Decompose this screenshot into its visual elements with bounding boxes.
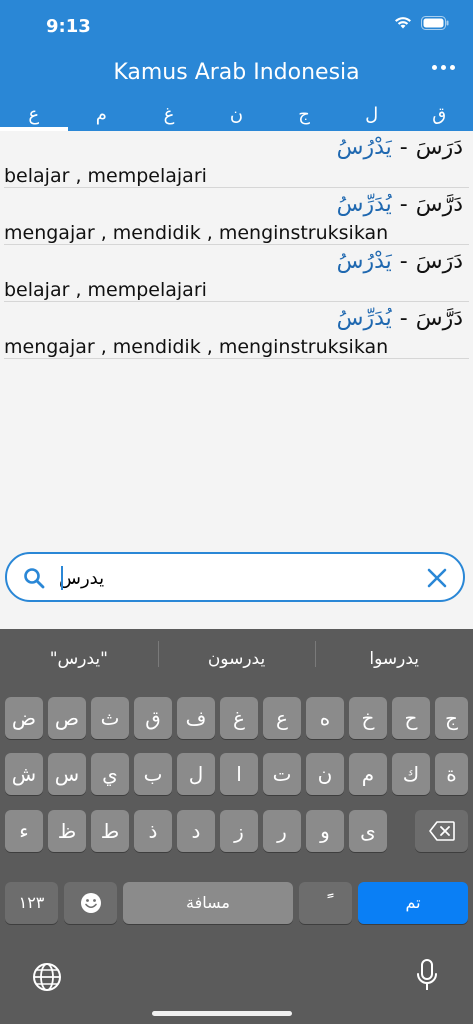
letter-tabs: ع م غ ن ج ل ق xyxy=(0,100,473,131)
key[interactable]: ة xyxy=(435,753,468,795)
imperfect-form: يَدْرُسُ xyxy=(336,249,392,274)
status-icons xyxy=(393,15,449,30)
search-icon xyxy=(24,568,45,589)
key[interactable]: ي xyxy=(91,753,129,795)
key[interactable]: ز xyxy=(220,810,258,852)
suggestion-item[interactable]: يدرسوا xyxy=(315,629,473,684)
tab-jim[interactable]: ج xyxy=(270,100,338,131)
app-header: 9:13 Kamus Arab Indonesia ع م غ ن ج ل ق xyxy=(0,0,473,131)
key[interactable]: ظ xyxy=(48,810,86,852)
tab-lam[interactable]: ل xyxy=(338,100,406,131)
arabic-word: دَرَسَ-يَدْرُسُ xyxy=(337,249,463,274)
tab-ain[interactable]: ع xyxy=(0,100,68,131)
tab-nun[interactable]: ن xyxy=(203,100,271,131)
list-item[interactable]: دَرَسَ-يَدْرُسُ belajar , mempelajari xyxy=(4,131,469,188)
key[interactable]: ط xyxy=(91,810,129,852)
search-bar xyxy=(5,552,465,602)
tab-ghain[interactable]: غ xyxy=(135,100,203,131)
meaning-text: belajar , mempelajari xyxy=(4,279,207,301)
tanween-key[interactable]: ًً xyxy=(299,882,352,924)
more-options-icon[interactable] xyxy=(432,65,455,70)
key[interactable]: ث xyxy=(91,697,129,739)
text-cursor xyxy=(61,566,63,590)
numbers-key[interactable]: ١٢٣ xyxy=(5,882,58,924)
suggestion-bar: "يدرس" يدرسون يدرسوا xyxy=(0,629,473,684)
space-key[interactable]: مسافة xyxy=(123,882,293,924)
key[interactable]: خ xyxy=(349,697,387,739)
key[interactable]: ك xyxy=(392,753,430,795)
arabic-word: دَرَّسَ-يُدَرِّسُ xyxy=(337,192,463,217)
arabic-word: دَرَّسَ-يُدَرِّسُ xyxy=(337,306,463,331)
key[interactable]: ن xyxy=(306,753,344,795)
backspace-key[interactable] xyxy=(415,810,468,852)
key[interactable]: غ xyxy=(220,697,258,739)
key[interactable]: ا xyxy=(220,753,258,795)
meaning-text: mengajar , mendidik , menginstruksikan xyxy=(4,336,389,358)
globe-icon[interactable] xyxy=(31,961,63,993)
wifi-icon xyxy=(395,17,411,29)
suggestion-item[interactable]: "يدرس" xyxy=(0,629,158,684)
imperfect-form: يَدْرُسُ xyxy=(336,135,392,160)
key[interactable]: ر xyxy=(263,810,301,852)
past-form: دَرَسَ xyxy=(415,135,463,160)
page-title: Kamus Arab Indonesia xyxy=(113,60,360,85)
tab-qaf[interactable]: ق xyxy=(405,100,473,131)
microphone-icon[interactable] xyxy=(416,959,438,993)
key[interactable]: ح xyxy=(392,697,430,739)
past-form: دَرَّسَ xyxy=(415,306,463,331)
search-input[interactable] xyxy=(57,562,411,594)
key[interactable]: ت xyxy=(263,753,301,795)
list-item[interactable]: دَرَسَ-يَدْرُسُ belajar , mempelajari xyxy=(4,245,469,302)
past-form: دَرَّسَ xyxy=(415,192,463,217)
key[interactable]: ش xyxy=(5,753,43,795)
emoji-icon xyxy=(80,893,101,913)
clear-icon[interactable] xyxy=(425,566,449,590)
dash: - xyxy=(399,192,408,217)
key[interactable]: ق xyxy=(134,697,172,739)
dash: - xyxy=(399,249,408,274)
key[interactable]: ف xyxy=(177,697,215,739)
imperfect-form: يُدَرِّسُ xyxy=(336,192,392,217)
meaning-text: belajar , mempelajari xyxy=(4,165,207,187)
backspace-icon xyxy=(428,821,455,841)
meaning-text: mengajar , mendidik , menginstruksikan xyxy=(4,222,389,244)
past-form: دَرَسَ xyxy=(415,249,463,274)
battery-icon xyxy=(421,15,449,30)
key[interactable]: و xyxy=(306,810,344,852)
key[interactable]: د xyxy=(177,810,215,852)
key[interactable]: ى xyxy=(349,810,387,852)
key[interactable]: ض xyxy=(5,697,43,739)
imperfect-form: يُدَرِّسُ xyxy=(336,306,392,331)
dash: - xyxy=(399,306,408,331)
list-item[interactable]: دَرَّسَ-يُدَرِّسُ mengajar , mendidik , … xyxy=(4,302,469,359)
key[interactable]: ل xyxy=(177,753,215,795)
key[interactable]: ه xyxy=(306,697,344,739)
home-indicator xyxy=(152,1011,292,1016)
tab-mim[interactable]: م xyxy=(68,100,136,131)
dash: - xyxy=(399,135,408,160)
key[interactable]: ص xyxy=(48,697,86,739)
results-list: دَرَسَ-يَدْرُسُ belajar , mempelajari دَ… xyxy=(0,131,473,359)
suggestion-item[interactable]: يدرسون xyxy=(157,629,316,684)
emoji-key[interactable] xyxy=(64,882,117,924)
arabic-word: دَرَسَ-يَدْرُسُ xyxy=(337,135,463,160)
key[interactable]: ء xyxy=(5,810,43,852)
status-time: 9:13 xyxy=(46,16,91,37)
keyboard: "يدرس" يدرسون يدرسوا ض ص ث ق ف غ ع ه خ ح… xyxy=(0,629,473,1024)
key[interactable]: س xyxy=(48,753,86,795)
key[interactable]: ذ xyxy=(134,810,172,852)
done-key[interactable]: تم xyxy=(358,882,468,924)
list-item[interactable]: دَرَّسَ-يُدَرِّسُ mengajar , mendidik , … xyxy=(4,188,469,245)
key[interactable]: ع xyxy=(263,697,301,739)
key[interactable]: ب xyxy=(134,753,172,795)
key[interactable]: ج xyxy=(435,697,468,739)
key[interactable]: م xyxy=(349,753,387,795)
